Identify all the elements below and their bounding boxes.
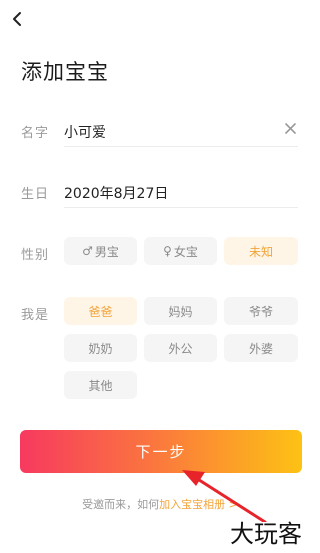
gender-option-label: 女宝 bbox=[173, 244, 198, 259]
invite-note: 受邀而来，如何加入宝宝相册 > bbox=[0, 496, 320, 512]
relation-option-dad[interactable]: 爸爸 bbox=[64, 297, 137, 325]
name-label: 名字 bbox=[21, 126, 50, 141]
page-title: 添加宝宝 bbox=[21, 60, 109, 84]
join-album-link[interactable]: 加入宝宝相册 > bbox=[159, 498, 238, 511]
gender-option-label: 未知 bbox=[248, 244, 273, 259]
relation-option-label: 外公 bbox=[168, 341, 193, 356]
chevron-left-icon bbox=[13, 12, 21, 26]
close-icon bbox=[284, 122, 296, 134]
relation-option-mom[interactable]: 妈妈 bbox=[144, 297, 217, 325]
relation-option-label: 爸爸 bbox=[88, 304, 113, 319]
svg-text:大玩客: 大玩客 bbox=[230, 520, 302, 548]
back-button[interactable] bbox=[6, 8, 28, 30]
name-field[interactable]: 小可爱 bbox=[64, 116, 298, 147]
relation-option-label: 外婆 bbox=[248, 341, 273, 356]
next-step-button[interactable]: 下一步 bbox=[20, 430, 302, 473]
birthday-field[interactable]: 2020年8月27日 bbox=[64, 177, 298, 208]
relation-option-label: 爷爷 bbox=[248, 304, 273, 319]
relation-option-label: 奶奶 bbox=[88, 341, 113, 356]
gender-option-label: 男宝 bbox=[94, 244, 119, 259]
gender-option-unknown[interactable]: 未知 bbox=[224, 237, 298, 265]
gender-label: 性别 bbox=[21, 248, 50, 263]
join-album-link-label: 加入宝宝相册 bbox=[159, 498, 226, 511]
relation-option-maternal-grandpa[interactable]: 外公 bbox=[144, 334, 217, 362]
birthday-label: 生日 bbox=[21, 187, 50, 202]
relation-option-label: 其他 bbox=[88, 378, 113, 393]
gender-option-male[interactable]: ♂ 男宝 bbox=[64, 237, 137, 265]
relation-option-other[interactable]: 其他 bbox=[64, 371, 137, 399]
relation-label: 我是 bbox=[21, 308, 50, 323]
relation-option-label: 妈妈 bbox=[168, 304, 193, 319]
male-symbol-icon: ♂ bbox=[82, 244, 93, 258]
relation-option-maternal-grandma[interactable]: 外婆 bbox=[224, 334, 298, 362]
relation-option-grandma[interactable]: 奶奶 bbox=[64, 334, 137, 362]
watermark-logo: 大玩客 bbox=[229, 519, 304, 550]
relation-option-grandpa[interactable]: 爷爷 bbox=[224, 297, 298, 325]
chevron-right-icon: > bbox=[225, 498, 238, 511]
birthday-value: 2020年8月27日 bbox=[64, 186, 169, 202]
name-value: 小可爱 bbox=[64, 125, 106, 141]
gender-option-female[interactable]: ♀ 女宝 bbox=[144, 237, 217, 265]
invite-note-prefix: 受邀而来，如何 bbox=[82, 498, 160, 511]
clear-name-button[interactable] bbox=[282, 120, 298, 136]
female-symbol-icon: ♀ bbox=[163, 244, 172, 258]
